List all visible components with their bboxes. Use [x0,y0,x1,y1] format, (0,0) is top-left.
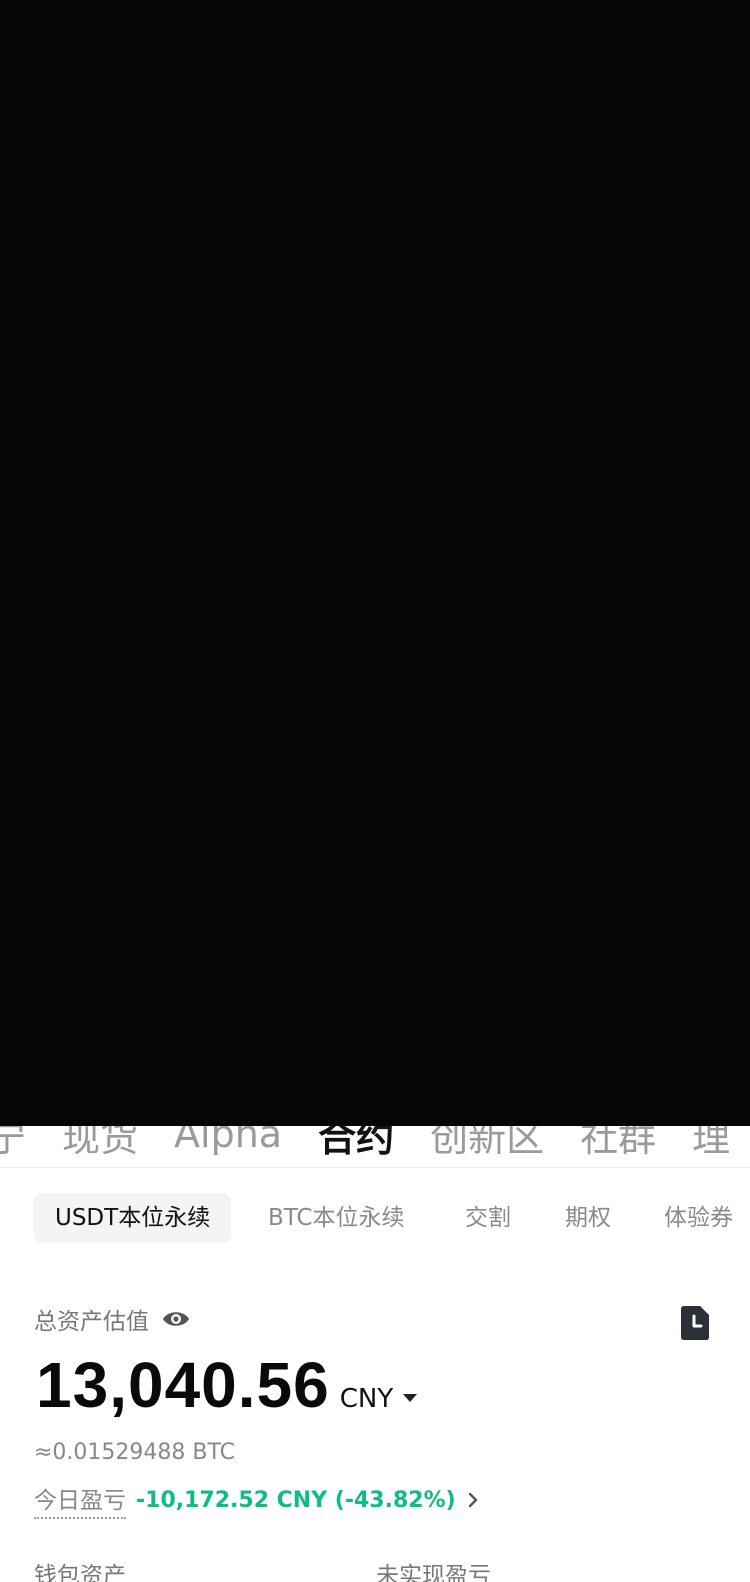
chevron-right-icon[interactable] [466,1491,480,1509]
chip-options[interactable]: 期权 [544,1193,632,1243]
eye-icon[interactable] [161,1307,191,1331]
main-tab-bar: 宁 现货 Alpha 合约 创新区 社群 理 [0,1126,750,1168]
total-assets-amount-row: 13,040.56 CNY [36,1348,418,1422]
asset-breakdown-labels: 钱包资产 未实现盈亏 [0,1556,750,1582]
chip-usdt-perpetual[interactable]: USDT本位永续 [34,1193,232,1243]
wallet-assets-label: 钱包资产 [34,1563,126,1582]
tab-community[interactable]: 社群 [580,1126,656,1162]
tab-partial-left[interactable]: 宁 [0,1126,26,1162]
futures-type-tabs: USDT本位永续 BTC本位永续 交割 期权 体验券 [0,1193,750,1245]
tab-alpha[interactable]: Alpha [174,1126,282,1156]
total-assets-header: 总资产估值 [34,1302,191,1336]
caret-down-icon[interactable] [403,1394,418,1402]
today-pnl-value: -10,172.52 CNY (-43.82%) [136,1487,456,1513]
chip-trial-voucher[interactable]: 体验券 [643,1193,750,1243]
total-assets-label: 总资产估值 [34,1309,149,1335]
chip-btc-perpetual[interactable]: BTC本位永续 [247,1193,426,1243]
today-pnl-row[interactable]: 今日盈亏 -10,172.52 CNY (-43.82%) [34,1481,480,1519]
tab-spot[interactable]: 现货 [62,1126,138,1162]
tab-partial-right[interactable]: 理 [692,1126,730,1162]
tab-futures[interactable]: 合约 [318,1126,394,1162]
record-icon[interactable] [678,1305,712,1341]
total-assets-amount: 13,040.56 [36,1349,330,1421]
main-tab-strip: 宁 现货 Alpha 合约 创新区 社群 理 [0,1126,750,1164]
unrealized-pnl-label: 未实现盈亏 [376,1563,491,1582]
chip-delivery[interactable]: 交割 [444,1193,532,1243]
redacted-area [0,0,750,1126]
today-pnl-label[interactable]: 今日盈亏 [34,1481,126,1519]
btc-equivalent: ≈0.01529488 BTC [34,1440,235,1465]
tab-innovation[interactable]: 创新区 [430,1126,544,1162]
currency-selector[interactable]: CNY [340,1384,394,1414]
